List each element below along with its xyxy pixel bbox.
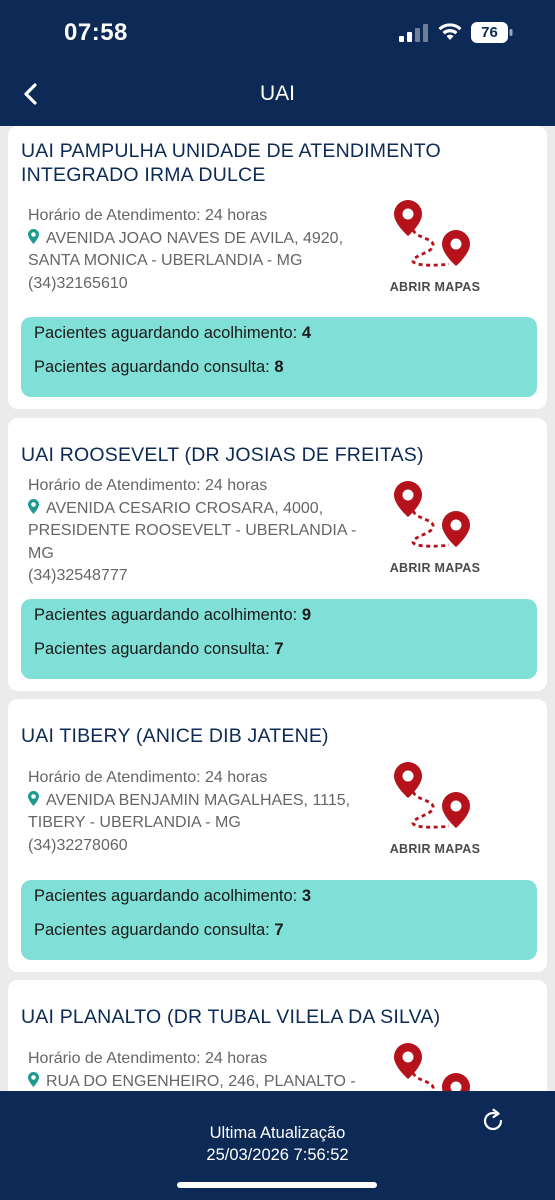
status-time: 07:58 xyxy=(64,19,128,46)
phone: (34)32278060 xyxy=(28,836,128,854)
open-maps-button[interactable] xyxy=(383,1043,487,1091)
waiting-reception: Pacientes aguardando acolhimento: 9 xyxy=(34,606,311,625)
opening-hours: Horário de Atendimento: 24 horas xyxy=(28,205,378,228)
battery-indicator: 76 xyxy=(471,22,513,43)
unit-name-line: UAI TIBERY (ANICE DIB JATENE) xyxy=(21,725,329,747)
address-line: PRESIDENTE ROOSEVELT - UBERLANDIA - xyxy=(28,522,357,539)
unit-card: UAI ROOSEVELT (DR JOSIAS DE FREITAS) Hor… xyxy=(8,418,547,691)
unit-name-line: UAI PLANALTO (DR TUBAL VILELA DA SILVA) xyxy=(21,1006,441,1028)
unit-info: Horário de Atendimento: 24 horas AVENIDA… xyxy=(28,767,378,857)
battery-level: 76 xyxy=(481,24,498,41)
home-indicator xyxy=(177,1182,377,1188)
waiting-consult: Pacientes aguardando consulta: 7 xyxy=(34,640,284,659)
wifi-icon xyxy=(438,23,462,40)
open-maps-button[interactable]: ABRIR MAPAS xyxy=(383,762,487,868)
cellular-signal-icon xyxy=(399,24,428,42)
refresh-icon[interactable] xyxy=(480,1108,506,1134)
unit-name-line: UAI ROOSEVELT (DR JOSIAS DE FREITAS) xyxy=(21,444,424,466)
route-map-icon xyxy=(394,762,470,829)
unit-name: UAI PAMPULHA UNIDADE DE ATENDIMENTO INTE… xyxy=(21,139,451,187)
unit-name-line: INTEGRADO IRMA DULCE xyxy=(21,164,266,186)
location-pin-icon xyxy=(28,1071,39,1087)
address: AVENIDA CESARIO CROSARA, 4000, xyxy=(28,498,378,521)
update-footer: Ultima Atualização 25/03/2026 7:56:52 xyxy=(0,1091,555,1200)
address: AVENIDA JOAO NAVES DE AVILA, 4920, xyxy=(28,228,378,251)
address-line: MG xyxy=(28,544,54,562)
route-map-icon xyxy=(394,1043,470,1091)
waiting-consult-label: Pacientes aguardando consulta: xyxy=(34,358,275,376)
opening-hours: Horário de Atendimento: 24 horas xyxy=(28,1048,378,1071)
unit-info: Horário de Atendimento: 24 horas AVENIDA… xyxy=(28,475,378,588)
unit-name: UAI ROOSEVELT (DR JOSIAS DE FREITAS) xyxy=(21,443,521,467)
open-maps-label: ABRIR MAPAS xyxy=(389,280,481,294)
route-map-icon xyxy=(394,200,470,267)
address-line: SANTA MONICA - UBERLANDIA - MG xyxy=(28,252,303,269)
page-title: UAI xyxy=(259,82,295,105)
open-maps-label: ABRIR MAPAS xyxy=(389,842,481,856)
location-pin-icon xyxy=(28,498,39,514)
app-header: 07:58 76 UAI xyxy=(0,0,555,126)
unit-name: UAI PLANALTO (DR TUBAL VILELA DA SILVA) xyxy=(21,1005,521,1029)
unit-card: UAI TIBERY (ANICE DIB JATENE) Horário de… xyxy=(8,699,547,972)
opening-hours: Horário de Atendimento: 24 horas xyxy=(28,767,378,790)
route-map-icon xyxy=(394,481,470,548)
unit-card: UAI PAMPULHA UNIDADE DE ATENDIMENTO INTE… xyxy=(8,126,547,409)
unit-card: UAI PLANALTO (DR TUBAL VILELA DA SILVA) … xyxy=(8,980,547,1091)
hours-label: Horário de Atendimento: xyxy=(28,1050,205,1067)
address-line: AVENIDA JOAO NAVES DE AVILA, 4920, xyxy=(46,229,344,247)
hours-value: 24 horas xyxy=(205,207,268,224)
hours-value: 24 horas xyxy=(205,1050,268,1067)
phone: (34)32548777 xyxy=(28,567,128,584)
waiting-consult: Pacientes aguardando consulta: 8 xyxy=(34,358,284,377)
last-update-label: Ultima Atualização xyxy=(209,1124,346,1142)
hours-value: 24 horas xyxy=(205,477,268,494)
address-line: AVENIDA CESARIO CROSARA, 4000, xyxy=(46,499,324,517)
unit-name-line: UAI PAMPULHA UNIDADE DE ATENDIMENTO xyxy=(21,140,441,162)
waiting-reception-count: 3 xyxy=(301,887,312,905)
location-pin-icon xyxy=(28,790,39,806)
waiting-reception-count: 9 xyxy=(301,606,312,624)
hours-label: Horário de Atendimento: xyxy=(28,769,205,786)
waiting-summary: Pacientes aguardando acolhimento: 9 Paci… xyxy=(21,599,537,679)
address-line: RUA DO ENGENHEIRO, 246, PLANALTO - xyxy=(46,1072,356,1090)
unit-name: UAI TIBERY (ANICE DIB JATENE) xyxy=(21,724,521,748)
address: RUA DO ENGENHEIRO, 246, PLANALTO - xyxy=(28,1071,378,1092)
waiting-consult-label: Pacientes aguardando consulta: xyxy=(34,640,275,658)
waiting-reception: Pacientes aguardando acolhimento: 4 xyxy=(34,324,311,343)
hours-label: Horário de Atendimento: xyxy=(28,207,205,224)
phone: (34)32165610 xyxy=(28,274,128,292)
waiting-reception-count: 4 xyxy=(301,324,312,342)
unit-info: Horário de Atendimento: 24 horas AVENIDA… xyxy=(28,205,378,295)
open-maps-button[interactable]: ABRIR MAPAS xyxy=(383,481,487,587)
waiting-consult-count: 7 xyxy=(274,640,284,658)
hours-value: 24 horas xyxy=(205,769,268,786)
waiting-summary: Pacientes aguardando acolhimento: 4 Paci… xyxy=(21,317,537,397)
address-line: TIBERY - UBERLANDIA - MG xyxy=(28,814,241,831)
open-maps-label: ABRIR MAPAS xyxy=(389,561,481,575)
waiting-summary: Pacientes aguardando acolhimento: 3 Paci… xyxy=(21,880,537,960)
waiting-consult-label: Pacientes aguardando consulta: xyxy=(34,921,275,939)
opening-hours: Horário de Atendimento: 24 horas xyxy=(28,475,378,498)
waiting-consult: Pacientes aguardando consulta: 7 xyxy=(34,921,284,940)
waiting-reception-label: Pacientes aguardando acolhimento: xyxy=(34,324,302,342)
unit-info: Horário de Atendimento: 24 horas RUA DO … xyxy=(28,1048,378,1091)
waiting-reception-label: Pacientes aguardando acolhimento: xyxy=(34,887,302,905)
location-pin-icon xyxy=(28,228,39,244)
open-maps-button[interactable]: ABRIR MAPAS xyxy=(383,200,487,306)
address-line: AVENIDA BENJAMIN MAGALHAES, 1115, xyxy=(46,791,351,809)
waiting-consult-count: 7 xyxy=(274,921,284,939)
last-update-timestamp: 25/03/2026 7:56:52 xyxy=(206,1146,349,1164)
waiting-reception: Pacientes aguardando acolhimento: 3 xyxy=(34,887,311,906)
waiting-consult-count: 8 xyxy=(274,358,284,376)
waiting-reception-label: Pacientes aguardando acolhimento: xyxy=(34,606,302,624)
address: AVENIDA BENJAMIN MAGALHAES, 1115, xyxy=(28,790,378,813)
hours-label: Horário de Atendimento: xyxy=(28,477,205,494)
unit-list[interactable]: UAI PAMPULHA UNIDADE DE ATENDIMENTO INTE… xyxy=(0,126,555,1091)
